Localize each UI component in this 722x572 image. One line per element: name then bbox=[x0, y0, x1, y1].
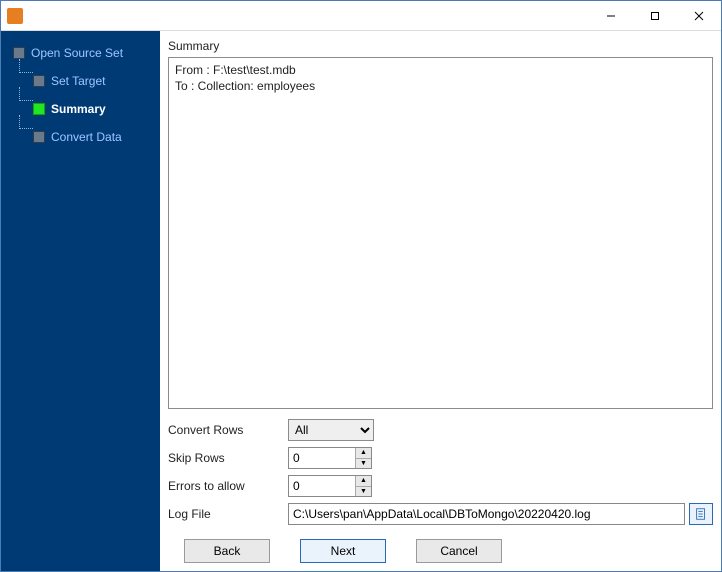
step-marker-icon bbox=[33, 103, 45, 115]
step-label: Convert Data bbox=[51, 130, 122, 144]
convert-rows-label: Convert Rows bbox=[168, 423, 288, 437]
errors-allow-spinner[interactable]: ▲ ▼ bbox=[288, 475, 372, 497]
step-label: Open Source Set bbox=[31, 46, 123, 60]
application-window: Open Source Set Set Target Summary Conve… bbox=[0, 0, 722, 572]
main-panel: Summary From : F:\test\test.mdb To : Col… bbox=[160, 31, 721, 571]
errors-allow-label: Errors to allow bbox=[168, 479, 288, 493]
log-file-input[interactable] bbox=[288, 503, 685, 525]
step-marker-icon bbox=[33, 75, 45, 87]
minimize-button[interactable] bbox=[589, 1, 633, 30]
next-button[interactable]: Next bbox=[300, 539, 386, 563]
browse-log-file-button[interactable] bbox=[689, 503, 713, 525]
skip-rows-label: Skip Rows bbox=[168, 451, 288, 465]
panel-title: Summary bbox=[168, 37, 713, 57]
close-button[interactable] bbox=[677, 1, 721, 30]
options-grid: Convert Rows All Skip Rows ▲ ▼ bbox=[168, 419, 713, 525]
spin-down-button[interactable]: ▼ bbox=[356, 487, 371, 497]
convert-rows-select[interactable]: All bbox=[288, 419, 374, 441]
maximize-button[interactable] bbox=[633, 1, 677, 30]
step-label: Summary bbox=[51, 102, 106, 116]
step-marker-icon bbox=[13, 47, 25, 59]
window-controls bbox=[589, 1, 721, 30]
wizard-step-convert-data[interactable]: Convert Data bbox=[1, 123, 160, 151]
spin-up-button[interactable]: ▲ bbox=[356, 476, 371, 487]
back-button[interactable]: Back bbox=[184, 539, 270, 563]
summary-textarea[interactable]: From : F:\test\test.mdb To : Collection:… bbox=[168, 57, 713, 409]
errors-allow-input[interactable] bbox=[289, 476, 355, 496]
wizard-sidebar: Open Source Set Set Target Summary Conve… bbox=[1, 31, 160, 571]
step-marker-icon bbox=[33, 131, 45, 143]
spin-up-button[interactable]: ▲ bbox=[356, 448, 371, 459]
content-area: Open Source Set Set Target Summary Conve… bbox=[1, 31, 721, 571]
step-label: Set Target bbox=[51, 74, 105, 88]
log-file-label: Log File bbox=[168, 507, 288, 521]
titlebar bbox=[1, 1, 721, 31]
spin-down-button[interactable]: ▼ bbox=[356, 459, 371, 469]
document-icon bbox=[694, 507, 708, 521]
app-icon bbox=[7, 8, 23, 24]
cancel-button[interactable]: Cancel bbox=[416, 539, 502, 563]
skip-rows-spinner[interactable]: ▲ ▼ bbox=[288, 447, 372, 469]
skip-rows-input[interactable] bbox=[289, 448, 355, 468]
wizard-button-bar: Back Next Cancel bbox=[168, 539, 713, 563]
